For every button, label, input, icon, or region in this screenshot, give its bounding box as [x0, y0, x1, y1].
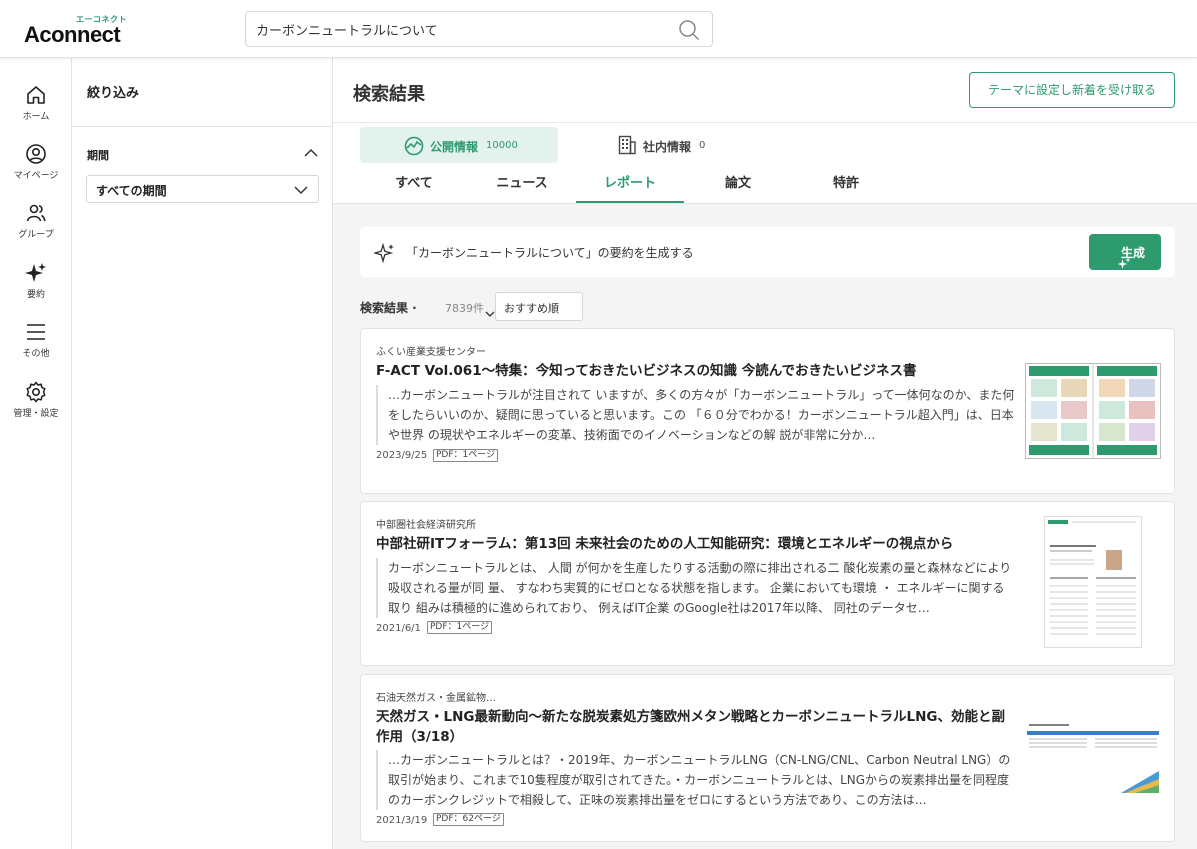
nav-label-settings: 管理・設定	[13, 409, 59, 419]
aconnect-logo[interactable]: エーコネクト Aconnect	[24, 14, 136, 47]
result-snippet: カーボンニュートラルとは、 人間 が何かを生産したりする活動の際に排出される二 …	[376, 558, 1016, 618]
tab-public-label: 公開情報	[430, 140, 479, 154]
results-count: 7839件	[445, 302, 484, 315]
nav-item-other[interactable]: その他	[0, 321, 72, 369]
result-snippet: …カーボンニュートラルとは？・2019年、カーボンニュートラルLNG（CN-LN…	[376, 750, 1016, 810]
tab-internal-label: 社内情報	[643, 140, 692, 154]
nav-label-group: グループ	[18, 230, 54, 240]
menu-icon	[0, 321, 72, 343]
main-top-bar: 検索結果 テーマに設定し新着を受け取る 公開情報 10000 社内情報 0 すべ…	[333, 58, 1197, 204]
result-source: ふくい産業支援センター	[376, 347, 486, 358]
result-thumbnail[interactable]	[1025, 721, 1161, 797]
group-icon	[0, 202, 72, 224]
nav-label-summary: 要約	[26, 290, 45, 300]
tab-patent[interactable]: 特許	[792, 170, 900, 203]
tab-paper[interactable]: 論文	[684, 170, 792, 203]
filter-title: 絞り込み	[87, 86, 140, 101]
tab-internal-info[interactable]: 社内情報 0	[613, 127, 743, 163]
summary-prompt-text: 「カーボンニュートラルについて」の要約を生成する	[406, 246, 694, 260]
chevron-up-icon[interactable]	[304, 146, 318, 160]
nav-label-other: その他	[22, 349, 50, 359]
nav-item-summary[interactable]: 要約	[0, 262, 72, 310]
tab-report[interactable]: レポート	[576, 170, 684, 203]
tab-public-info[interactable]: 公開情報 10000	[360, 127, 558, 163]
set-theme-button[interactable]: テーマに設定し新着を受け取る	[969, 72, 1175, 108]
logo-wordmark: Aconnect	[24, 22, 121, 47]
result-title[interactable]: F-ACT Vol.061〜特集：今知っておきたいビジネスの知識 今読んでおきた…	[376, 361, 1016, 381]
sparkle-icon	[0, 262, 72, 284]
period-select-value: すべての期間	[96, 184, 167, 198]
pdf-badge: PDF：1ページ	[433, 449, 499, 462]
nav-item-group[interactable]: グループ	[0, 202, 72, 250]
period-select[interactable]: すべての期間	[86, 175, 319, 203]
tab-internal-count: 0	[699, 140, 706, 151]
main-content: 検索結果 テーマに設定し新着を受け取る 公開情報 10000 社内情報 0 すべ…	[333, 58, 1197, 849]
sparkle-icon	[374, 242, 396, 264]
search-box	[245, 11, 713, 47]
nav-item-home[interactable]: ホーム	[0, 84, 72, 132]
app-header: エーコネクト Aconnect	[0, 0, 1197, 58]
result-snippet: …カーボンニュートラルが注目されて いますが、多くの方々が「カーボンニュートラル…	[376, 385, 1016, 445]
nav-label-mypage: マイページ	[13, 171, 59, 181]
result-title[interactable]: 中部社研ITフォーラム：第13回 未来社会のための人工知能研究：環境とエネルギー…	[376, 534, 1016, 554]
page-title: 検索結果	[353, 84, 425, 105]
sort-select[interactable]: おすすめ順	[485, 292, 583, 321]
sort-select-value: おすすめ順	[504, 302, 559, 315]
tab-all[interactable]: すべて	[360, 170, 468, 203]
search-input[interactable]	[256, 12, 666, 46]
generate-button-label: 生成	[1121, 246, 1146, 260]
home-icon	[0, 84, 72, 106]
filter-panel: 絞り込み 期間 すべての期間	[72, 58, 333, 849]
side-nav: ホーム マイページ グループ 要約 その他 管理・設定	[0, 58, 72, 849]
top-divider	[333, 122, 1197, 123]
result-card[interactable]: 中部圏社会経済研究所 中部社研ITフォーラム：第13回 未来社会のための人工知能…	[360, 501, 1175, 666]
results-label: 検索結果 ·	[360, 301, 417, 315]
result-card[interactable]: ふくい産業支援センター F-ACT Vol.061〜特集：今知っておきたいビジネ…	[360, 328, 1175, 494]
period-label: 期間	[87, 149, 109, 162]
result-thumbnail[interactable]	[1025, 363, 1161, 459]
tab-public-count: 10000	[486, 140, 518, 151]
summary-box: 「カーボンニュートラルについて」の要約を生成する 生成	[360, 227, 1175, 277]
pdf-badge: PDF：1ページ	[427, 621, 493, 634]
filter-divider	[72, 126, 332, 127]
result-card[interactable]: 石油天然ガス・金属鉱物… 天然ガス・LNG最新動向〜新たな脱炭素処方箋欧州メタン…	[360, 674, 1175, 842]
result-date: 2023/9/25	[376, 450, 428, 461]
result-source: 中部圏社会経済研究所	[376, 520, 476, 531]
nav-item-settings[interactable]: 管理・設定	[0, 381, 72, 429]
result-date: 2021/3/19	[376, 815, 428, 826]
nav-label-home: ホーム	[22, 112, 50, 122]
result-source: 石油天然ガス・金属鉱物…	[376, 693, 496, 704]
user-icon	[0, 143, 72, 165]
generate-button[interactable]: 生成	[1089, 234, 1161, 270]
result-title[interactable]: 天然ガス・LNG最新動向〜新たな脱炭素処方箋欧州メタン戦略とカーボンニュートラル…	[376, 707, 1016, 747]
search-icon[interactable]	[678, 19, 700, 41]
nav-item-mypage[interactable]: マイページ	[0, 143, 72, 191]
result-date: 2021/6/1	[376, 623, 421, 634]
gear-icon	[0, 381, 72, 403]
pdf-badge: PDF：62ページ	[433, 813, 504, 826]
result-thumbnail[interactable]	[1044, 516, 1142, 648]
tab-news[interactable]: ニュース	[468, 170, 576, 203]
